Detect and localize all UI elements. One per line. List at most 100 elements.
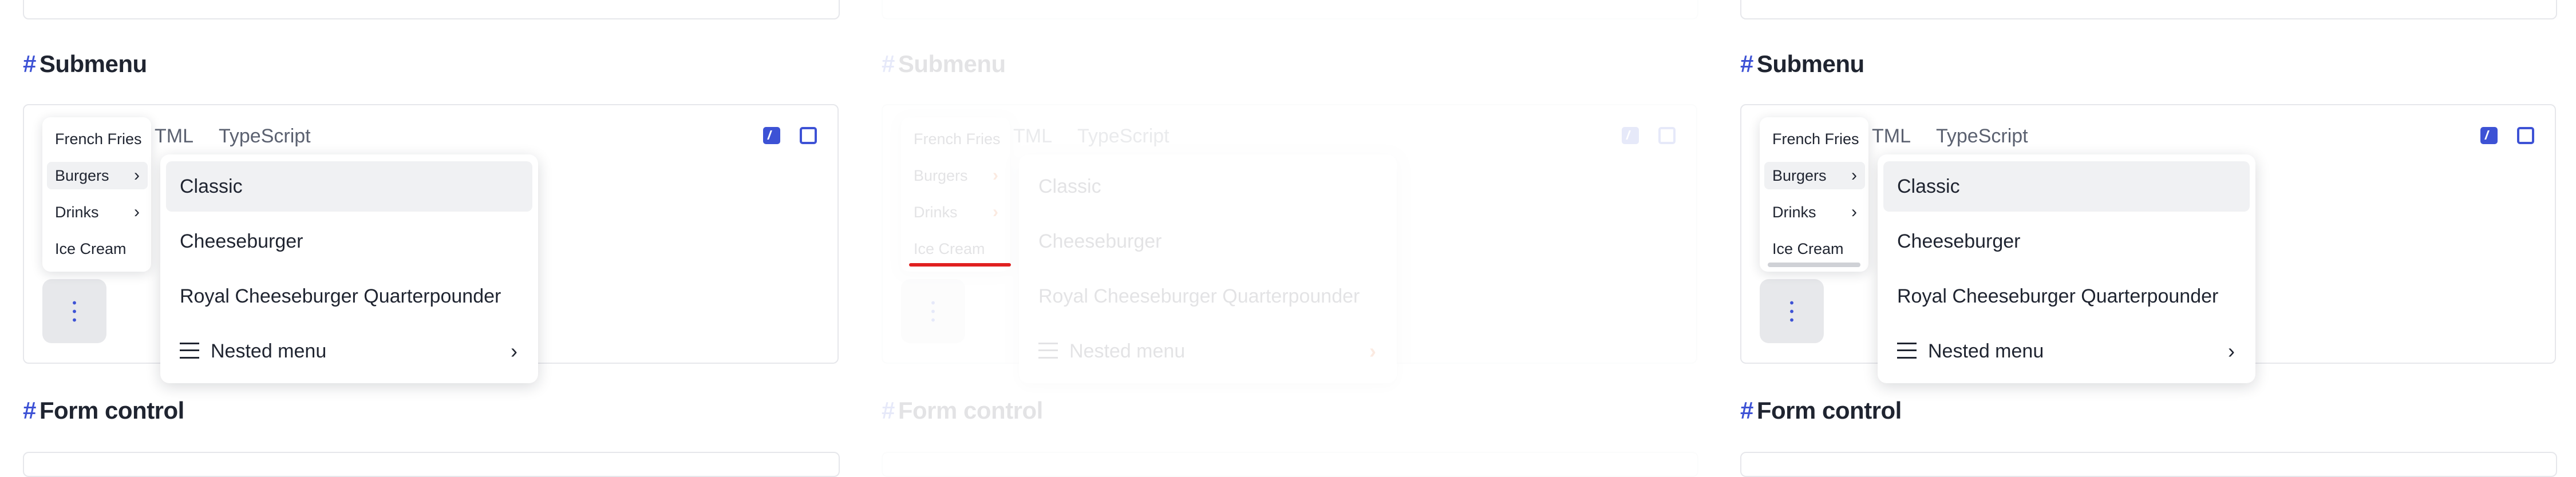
- section-title: Submenu: [898, 50, 1006, 77]
- panel-left: # Submenu TML TypeScript French Fries Burg…: [23, 0, 840, 477]
- section-title: Submenu: [1756, 50, 1864, 77]
- tab-html[interactable]: TML: [1872, 125, 1911, 147]
- submenu-item-label: Burgers: [55, 167, 109, 184]
- tab-html[interactable]: TML: [155, 125, 193, 147]
- anchor-hash[interactable]: #: [882, 50, 895, 77]
- submenu-item-label: French Fries: [1772, 130, 1859, 148]
- menu-trigger-button[interactable]: [42, 279, 106, 343]
- submenu-item-burgers[interactable]: Burgers ›: [47, 162, 148, 189]
- chevron-right-icon: ›: [134, 166, 140, 185]
- submenu-item-label: French Fries: [55, 130, 142, 148]
- chevron-right-icon: ›: [1851, 166, 1857, 185]
- tab-html[interactable]: TML: [1013, 125, 1052, 147]
- nested-item-label: Nested menu: [1928, 340, 2044, 362]
- submenu-item-ice-cream[interactable]: Ice Cream: [1764, 235, 1865, 263]
- bolt-icon[interactable]: [763, 127, 780, 144]
- code-tabs: TML TypeScript: [155, 125, 336, 148]
- nested-item-classic[interactable]: Classic: [1025, 161, 1391, 212]
- next-example-card: [23, 452, 840, 477]
- expand-icon[interactable]: [1658, 127, 1676, 144]
- next-section-title: Form control: [898, 397, 1044, 424]
- chevron-right-icon: ›: [1369, 339, 1376, 363]
- section-title: Submenu: [39, 50, 147, 77]
- nested-item-label: Cheeseburger: [1038, 230, 1162, 252]
- section-heading: # Submenu: [1740, 50, 1864, 78]
- expand-icon[interactable]: [800, 127, 817, 144]
- nested-item-nested-menu[interactable]: Nested menu ›: [166, 326, 532, 376]
- chevron-right-icon: ›: [1851, 202, 1857, 221]
- submenu: French Fries Burgers › Drinks › Ice Cream: [1760, 117, 1868, 272]
- submenu-scrollbar[interactable]: [1768, 263, 1860, 267]
- submenu-item-label: Ice Cream: [1772, 240, 1844, 257]
- submenu-item-ice-cream[interactable]: Ice Cream: [906, 235, 1006, 263]
- submenu-item-label: French Fries: [914, 130, 1001, 148]
- next-example-card: [882, 452, 1698, 477]
- tab-typescript[interactable]: TypeScript: [1077, 125, 1170, 147]
- anchor-hash[interactable]: #: [23, 397, 36, 424]
- next-example-card: [1740, 452, 2557, 477]
- code-tabs: TML TypeScript: [1013, 125, 1195, 148]
- submenu-item-label: Burgers: [1772, 167, 1827, 184]
- next-section-title: Form control: [39, 397, 185, 424]
- more-vertical-icon: [1790, 299, 1793, 324]
- next-section-heading: # Form control: [1740, 397, 1902, 424]
- menu-trigger-button[interactable]: [901, 279, 965, 343]
- submenu-item-french-fries[interactable]: French Fries: [1764, 125, 1865, 153]
- submenu-item-label: Drinks: [1772, 204, 1816, 221]
- nested-item-label: Royal Cheeseburger Quarterpounder: [180, 285, 501, 307]
- submenu-item-french-fries[interactable]: French Fries: [906, 125, 1006, 153]
- nested-menu: Classic Cheeseburger Royal Cheeseburger …: [160, 154, 538, 383]
- nested-item-cheeseburger[interactable]: Cheeseburger: [166, 216, 532, 267]
- panel-middle-content: # Submenu TML TypeScript French Fries Burg…: [882, 0, 1698, 477]
- submenu-item-drinks[interactable]: Drinks ›: [47, 198, 148, 226]
- submenu-item-french-fries[interactable]: French Fries: [47, 125, 148, 153]
- nested-item-label: Royal Cheeseburger Quarterpounder: [1038, 285, 1360, 307]
- anchor-hash[interactable]: #: [1740, 50, 1753, 77]
- section-heading: # Submenu: [23, 50, 147, 78]
- nested-item-label: Classic: [180, 176, 243, 197]
- anchor-hash[interactable]: #: [882, 397, 895, 424]
- chevron-right-icon: ›: [993, 202, 998, 221]
- anchor-hash[interactable]: #: [1740, 397, 1753, 424]
- nested-item-classic[interactable]: Classic: [1883, 161, 2250, 212]
- submenu-item-label: Ice Cream: [914, 240, 985, 257]
- nested-item-classic[interactable]: Classic: [166, 161, 532, 212]
- submenu-item-drinks[interactable]: Drinks ›: [1764, 198, 1865, 226]
- next-section-heading: # Form control: [882, 397, 1043, 424]
- tab-typescript[interactable]: TypeScript: [1936, 125, 2028, 147]
- submenu-item-label: Drinks: [55, 204, 99, 221]
- submenu-item-ice-cream[interactable]: Ice Cream: [47, 235, 148, 263]
- expand-icon[interactable]: [2517, 127, 2534, 144]
- nested-item-label: Classic: [1038, 176, 1101, 197]
- next-section-heading: # Form control: [23, 397, 184, 424]
- submenu-item-burgers[interactable]: Burgers ›: [1764, 162, 1865, 189]
- bolt-icon[interactable]: [2480, 127, 2498, 144]
- anchor-hash[interactable]: #: [23, 50, 36, 77]
- nested-item-royal[interactable]: Royal Cheeseburger Quarterpounder: [166, 271, 532, 321]
- nested-item-cheeseburger[interactable]: Cheeseburger: [1025, 216, 1391, 267]
- submenu-item-drinks[interactable]: Drinks ›: [906, 198, 1006, 226]
- chevron-right-icon: ›: [2228, 339, 2235, 363]
- code-tabs: TML TypeScript: [1872, 125, 2053, 148]
- nested-item-nested-menu[interactable]: Nested menu ›: [1883, 326, 2250, 376]
- tab-typescript[interactable]: TypeScript: [219, 125, 311, 147]
- more-vertical-icon: [73, 299, 76, 324]
- nested-item-nested-menu[interactable]: Nested menu ›: [1025, 326, 1391, 376]
- more-vertical-icon: [931, 299, 935, 324]
- nested-item-label: Nested menu: [1069, 340, 1186, 362]
- panel-middle: # Submenu TML TypeScript French Fries Burg…: [882, 0, 1698, 477]
- next-section-title: Form control: [1756, 397, 1902, 424]
- menu-lines-icon: [180, 343, 199, 359]
- focus-underline: [909, 263, 1011, 267]
- menu-lines-icon: [1897, 343, 1917, 359]
- nested-item-royal[interactable]: Royal Cheeseburger Quarterpounder: [1025, 271, 1391, 321]
- nested-item-royal[interactable]: Royal Cheeseburger Quarterpounder: [1883, 271, 2250, 321]
- menu-trigger-button[interactable]: [1760, 279, 1824, 343]
- submenu-item-burgers[interactable]: Burgers ›: [906, 162, 1006, 189]
- previous-example-card: [1740, 0, 2557, 19]
- submenu: French Fries Burgers › Drinks › Ice Cream: [901, 117, 1010, 272]
- nested-menu: Classic Cheeseburger Royal Cheeseburger …: [1878, 154, 2255, 383]
- bolt-icon[interactable]: [1622, 127, 1639, 144]
- nested-item-cheeseburger[interactable]: Cheeseburger: [1883, 216, 2250, 267]
- panel-right: # Submenu TML TypeScript French Fries Burg…: [1740, 0, 2557, 477]
